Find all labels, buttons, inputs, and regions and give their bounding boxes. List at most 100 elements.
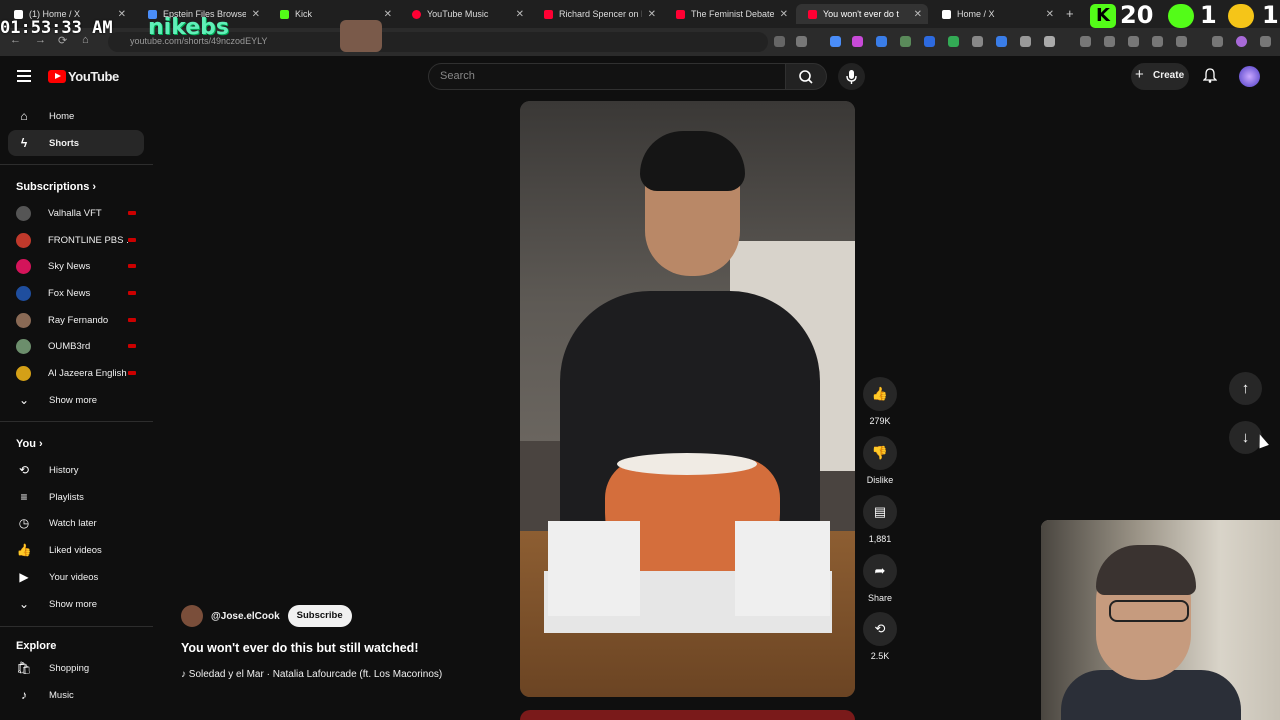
your-videos-icon: ▶ xyxy=(19,570,29,584)
sidebar-item-shopping[interactable]: 🛍 Shopping xyxy=(8,655,144,681)
extension-icon[interactable] xyxy=(948,36,959,47)
extension-icon[interactable] xyxy=(900,36,911,47)
live-indicator-icon xyxy=(128,344,136,348)
notifications-bell-icon[interactable] xyxy=(1203,68,1217,83)
history-browser-icon[interactable] xyxy=(1080,36,1091,47)
close-icon[interactable]: ✕ xyxy=(780,9,788,20)
thumb-up-icon: 👍 xyxy=(16,543,32,557)
stream-overlay-face xyxy=(340,20,382,52)
like-button[interactable]: 👍 xyxy=(863,377,897,411)
sidebar-item-home[interactable]: ⌂ Home xyxy=(8,103,144,129)
browser-tab[interactable]: YouTube Music ✕ xyxy=(400,4,530,24)
youtube-logo-text[interactable]: YouTube xyxy=(68,69,119,84)
extensions-puzzle-icon[interactable] xyxy=(1044,36,1055,47)
channel-avatar[interactable] xyxy=(181,605,203,627)
youtube-logo-icon[interactable] xyxy=(48,70,66,83)
subscribe-button[interactable]: Subscribe xyxy=(287,605,352,627)
extension-icon[interactable] xyxy=(1104,36,1115,47)
sidebar-item-subscription[interactable]: FRONTLINE PBS ... xyxy=(8,227,144,253)
arrow-down-icon: ↓ xyxy=(1241,429,1250,446)
you-heading[interactable]: You › xyxy=(16,438,43,450)
remix-button[interactable]: ⟲ xyxy=(863,612,897,646)
kick-count: 20 xyxy=(1120,1,1154,29)
live-indicator-icon xyxy=(128,238,136,242)
channel-name[interactable]: @Jose.elCook xyxy=(211,611,280,622)
voice-search-button[interactable] xyxy=(838,63,865,90)
browser-tab[interactable]: Home / X ✕ xyxy=(930,4,1060,24)
close-icon[interactable]: ✕ xyxy=(118,9,126,20)
next-short-preview[interactable] xyxy=(520,710,855,720)
browser-tab-active[interactable]: You won't ever do t ✕ xyxy=(796,4,928,24)
arrow-up-icon: ↑ xyxy=(1241,380,1250,397)
close-icon[interactable]: ✕ xyxy=(914,9,922,20)
sidebar-item-playlists[interactable]: ≡ Playlists xyxy=(8,484,144,510)
live-indicator-icon xyxy=(128,291,136,295)
sidebar-item-subscription[interactable]: Al Jazeera English xyxy=(8,360,144,386)
cast-icon[interactable] xyxy=(1212,36,1223,47)
account-avatar[interactable] xyxy=(1239,66,1260,87)
extension-icon[interactable] xyxy=(972,36,983,47)
sidebar-item-history[interactable]: ⟲ History xyxy=(8,457,144,483)
dislike-button[interactable]: 👎 xyxy=(863,436,897,470)
webcam-overlay xyxy=(1041,520,1280,720)
kick-logo-icon: K xyxy=(1090,4,1116,28)
browser-tab[interactable]: Richard Spencer on Isra✕ xyxy=(532,4,662,24)
browser-tab[interactable]: The Feminist Debate - Y✕ xyxy=(664,4,794,24)
extension-icon[interactable] xyxy=(1176,36,1187,47)
sidebar-item-music[interactable]: ♪ Music xyxy=(8,682,144,708)
sidebar-item-liked-videos[interactable]: 👍 Liked videos xyxy=(8,537,144,563)
share-icon: ➦ xyxy=(874,563,886,578)
short-music[interactable]: ♪ Soledad y el Mar · Natalia Lafourcade … xyxy=(181,669,442,680)
extension-icon[interactable] xyxy=(876,36,887,47)
close-icon[interactable]: ✕ xyxy=(384,9,392,20)
share-label: Share xyxy=(867,593,893,603)
previous-short-button[interactable]: ↑ xyxy=(1229,372,1262,405)
show-more-button[interactable]: ⌄ Show more xyxy=(8,591,144,617)
like-count: 279K xyxy=(869,416,891,426)
share-action: ➦ Share xyxy=(863,554,897,603)
show-more-button[interactable]: ⌄ Show more xyxy=(8,387,144,413)
youtube-icon xyxy=(544,9,553,19)
devtools-icon[interactable] xyxy=(1128,36,1139,47)
star-icon[interactable] xyxy=(796,36,807,47)
comments-action: ▤ 1,881 xyxy=(863,495,897,544)
music-icon: ♪ xyxy=(21,688,27,702)
close-icon[interactable]: ✕ xyxy=(252,9,260,20)
sidebar-item-subscription[interactable]: Valhalla VFT xyxy=(8,200,144,226)
close-icon[interactable]: ✕ xyxy=(648,9,656,20)
close-icon[interactable]: ✕ xyxy=(516,9,524,20)
profile-browser-icon[interactable] xyxy=(1236,36,1247,47)
install-icon[interactable] xyxy=(774,36,785,47)
comments-button[interactable]: ▤ xyxy=(863,495,897,529)
chevron-down-icon: ⌄ xyxy=(18,393,30,407)
sidebar-item-subscription[interactable]: Ray Fernando xyxy=(8,307,144,333)
sidebar-item-your-videos[interactable]: ▶ Your videos xyxy=(8,564,144,590)
short-title[interactable]: You won't ever do this but still watched… xyxy=(181,641,418,655)
short-video-player[interactable] xyxy=(520,101,855,697)
sidebar-browser-icon[interactable] xyxy=(1152,36,1163,47)
comment-count: 1,881 xyxy=(868,534,892,544)
close-icon[interactable]: ✕ xyxy=(1046,9,1054,20)
sidebar-item-shorts[interactable]: ϟ Shorts xyxy=(8,130,144,156)
subscriptions-heading[interactable]: Subscriptions › xyxy=(16,181,96,193)
sidebar-item-subscription[interactable]: Fox News xyxy=(8,280,144,306)
new-tab-icon[interactable]: + xyxy=(1066,6,1074,21)
stream-clock: 01:53:33 AM xyxy=(0,18,113,38)
home-icon: ⌂ xyxy=(20,109,28,123)
extension-icon[interactable] xyxy=(1020,36,1031,47)
extension-icon[interactable] xyxy=(830,36,841,47)
live-indicator-icon xyxy=(128,264,136,268)
sidebar-item-watch-later[interactable]: ◷ Watch later xyxy=(8,510,144,536)
share-button[interactable]: ➦ xyxy=(863,554,897,588)
browser-menu-icon[interactable] xyxy=(1260,36,1271,47)
thumb-down-icon: 👎 xyxy=(871,445,889,460)
chevron-right-icon: › xyxy=(92,181,97,193)
extension-icon[interactable] xyxy=(924,36,935,47)
sidebar-item-subscription[interactable]: Sky News xyxy=(8,253,144,279)
search-button[interactable] xyxy=(786,63,827,90)
sidebar-item-subscription[interactable]: OUMB3rd xyxy=(8,333,144,359)
extension-icon[interactable] xyxy=(996,36,1007,47)
extension-icon[interactable] xyxy=(852,36,863,47)
search-input[interactable]: Search xyxy=(428,63,786,90)
hamburger-menu-icon[interactable] xyxy=(17,70,31,82)
